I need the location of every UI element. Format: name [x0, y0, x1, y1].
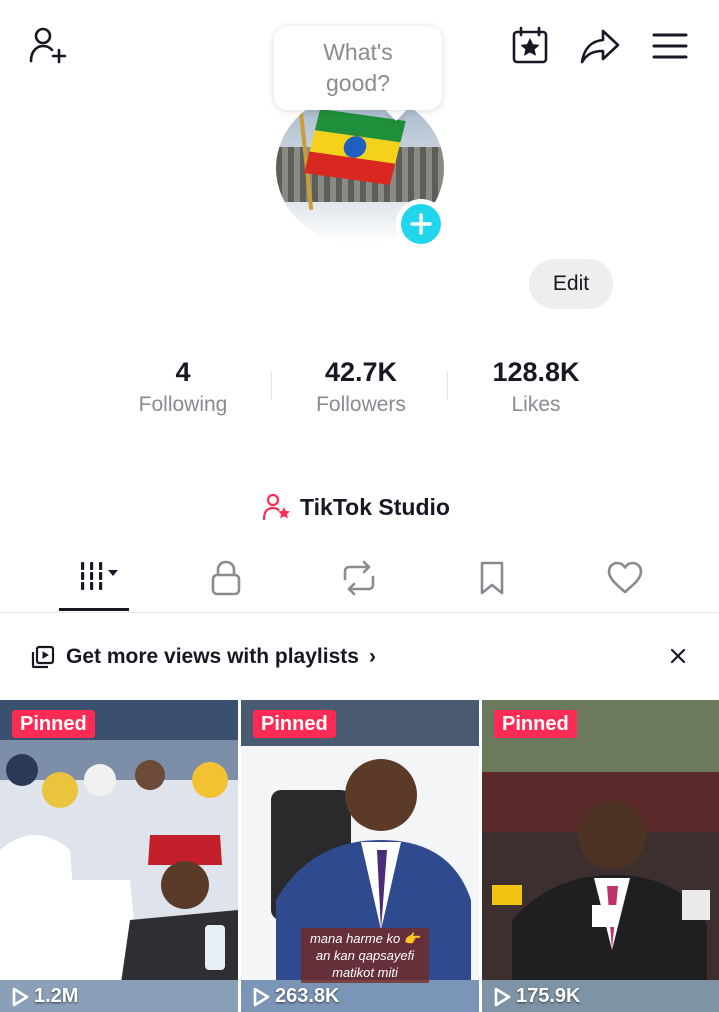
calendar-star-icon [512, 26, 548, 64]
play-icon [12, 987, 29, 1006]
stat-divider [447, 372, 448, 400]
playlists-promo-link[interactable]: Get more views with playlists › [30, 640, 376, 674]
studio-label: TikTok Studio [300, 493, 450, 520]
video-thumbnail[interactable]: Pinned 175.9K [482, 700, 719, 1012]
lock-icon [211, 560, 241, 596]
add-avatar-button[interactable] [396, 199, 446, 249]
playlist-icon [31, 645, 55, 669]
tab-private[interactable] [191, 552, 261, 604]
tab-videos[interactable] [59, 552, 129, 604]
heart-icon [607, 561, 643, 594]
selected-tab-indicator [59, 608, 129, 611]
tab-reposts[interactable] [324, 552, 394, 604]
tabs-divider [0, 612, 719, 613]
video-caption: mana harme ko 👉 an kan qapsayefi matikot… [301, 928, 429, 983]
status-prompt-text: What's good? [323, 39, 393, 96]
pinned-badge: Pinned [12, 710, 95, 738]
stat-following[interactable]: 4 Following [108, 354, 258, 420]
video-thumbnail[interactable]: mana harme ko 👉 an kan qapsayefi matikot… [241, 700, 479, 1012]
chevron-right-icon: › [368, 645, 376, 668]
pinned-badge: Pinned [494, 710, 577, 738]
edit-profile-button[interactable]: Edit [529, 259, 613, 309]
stat-likes[interactable]: 128.8K Likes [461, 354, 611, 420]
person-plus-icon [29, 27, 67, 64]
share-profile-button[interactable] [578, 24, 622, 68]
play-icon [253, 987, 270, 1006]
share-arrow-icon [580, 29, 620, 64]
video-thumbnail-image [0, 700, 238, 1012]
tab-liked[interactable] [590, 552, 660, 604]
view-count: 1.2M [10, 985, 78, 1008]
following-count: 4 [175, 357, 191, 387]
view-count-text: 1.2M [34, 985, 79, 1007]
tiktok-studio-button[interactable]: TikTok Studio [262, 490, 450, 524]
hamburger-menu-icon [652, 33, 688, 59]
video-thumbnail[interactable]: Pinned 1.2M [0, 700, 238, 1012]
likes-label: Likes [511, 393, 561, 416]
view-count-text: 175.9K [516, 985, 581, 1007]
play-icon [494, 987, 511, 1006]
followers-count: 42.7K [324, 357, 398, 387]
calendar-button[interactable] [508, 24, 552, 68]
plus-icon [410, 213, 432, 235]
grid-videos-icon [81, 562, 118, 590]
menu-button[interactable] [648, 24, 692, 68]
studio-person-star-icon [262, 493, 290, 521]
promo-close-button[interactable] [662, 640, 694, 672]
add-friend-button[interactable] [26, 24, 70, 68]
pinned-badge: Pinned [253, 710, 336, 738]
following-label: Following [138, 393, 228, 416]
stat-followers[interactable]: 42.7K Followers [286, 354, 436, 420]
status-prompt-bubble[interactable]: What's good? [274, 26, 442, 110]
bookmark-icon [480, 561, 504, 595]
view-count: 263.8K [251, 985, 340, 1008]
close-icon [670, 648, 686, 664]
followers-label: Followers [316, 393, 406, 416]
stat-divider [271, 372, 272, 400]
view-count: 175.9K [492, 985, 581, 1008]
view-count-text: 263.8K [275, 985, 340, 1007]
playlists-promo-text: Get more views with playlists [66, 645, 359, 668]
likes-count: 128.8K [492, 357, 580, 387]
repost-icon [343, 560, 375, 596]
video-thumbnail-image [482, 700, 719, 1012]
tab-favorites[interactable] [457, 552, 527, 604]
